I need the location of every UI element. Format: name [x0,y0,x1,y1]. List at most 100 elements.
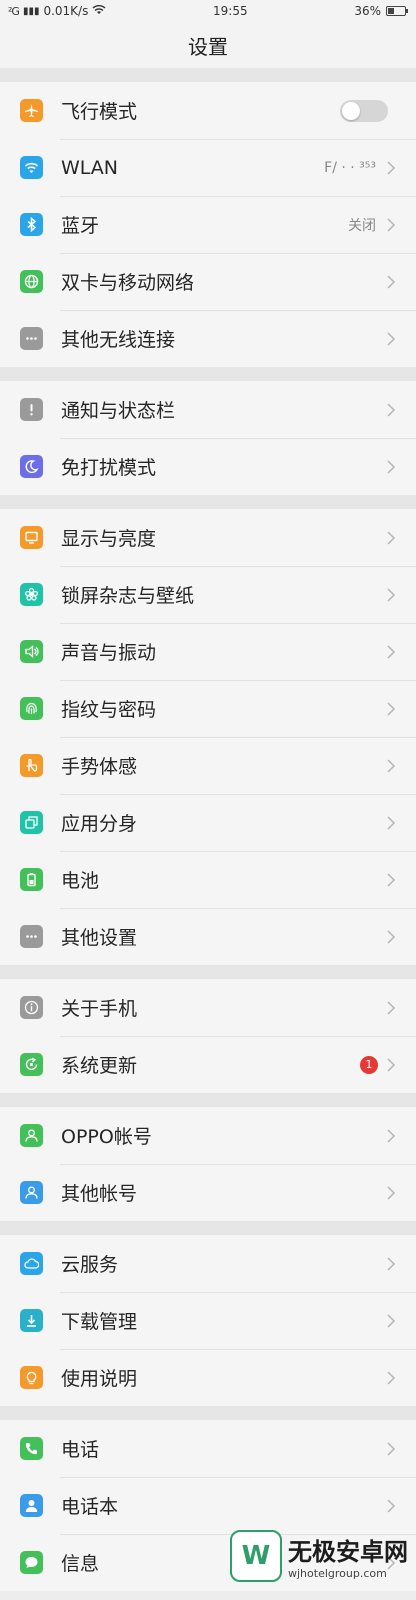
chevron-right-icon [386,1498,396,1514]
settings-row[interactable]: WLAN F/ · · ³⁵³ [0,139,416,196]
watermark-site: wjhotelgroup.com [288,1567,387,1580]
airplane-mode-toggle[interactable] [340,99,388,122]
section-divider [0,68,416,82]
chevron-right-icon [386,587,396,603]
message-icon [20,1551,43,1574]
settings-row[interactable]: 蓝牙 关闭 [0,196,416,253]
user-icon [20,1124,43,1147]
chevron-right-icon [386,1441,396,1457]
chevron-right-icon [386,872,396,888]
settings-row-label: 其他设置 [61,927,138,949]
fingerprint-icon [20,697,43,720]
chevron-right-icon [386,815,396,831]
settings-row[interactable]: 云服务 [0,1235,416,1292]
settings-group: 显示与亮度 锁屏杂志与壁纸 声音与振动指纹与密码手势体感应用分身电池其他设置 [0,509,416,965]
user-icon [20,1181,43,1204]
settings-row[interactable]: 使用说明 [0,1349,416,1406]
battery-percent: 36% [354,4,381,18]
chevron-right-icon [386,1256,396,1272]
settings-row[interactable]: 电话 [0,1420,416,1477]
more-icon [20,925,43,948]
info-icon [20,996,43,1019]
settings-row[interactable]: 显示与亮度 [0,509,416,566]
section-divider [0,367,416,381]
battery-status-icon [385,6,408,16]
settings-row[interactable]: 锁屏杂志与壁纸 [0,566,416,623]
wifi-icon [20,156,43,179]
update-badge: 1 [360,1055,378,1074]
settings-row-label: 双卡与移动网络 [61,272,195,294]
settings-row-label: 其他无线连接 [61,329,176,351]
cloud-icon [20,1252,43,1275]
settings-row[interactable]: 声音与振动 [0,623,416,680]
settings-row[interactable]: 应用分身 [0,794,416,851]
settings-row-label: 云服务 [61,1254,119,1276]
section-divider [0,495,416,509]
settings-list: 飞行模式 WLAN F/ · · ³⁵³ 蓝牙 关闭 双卡与移动网络 其他无线连接 通知与状态… [0,68,416,1591]
moon-icon [20,455,43,478]
page-title: 设置 [0,22,416,68]
settings-row[interactable]: 指纹与密码 [0,680,416,737]
chevron-right-icon [386,1057,396,1073]
hand-icon [20,754,43,777]
settings-row[interactable]: OPPO帐号 [0,1107,416,1164]
section-divider [0,965,416,979]
settings-row[interactable]: 手势体感 [0,737,416,794]
settings-row-label: 下载管理 [61,1311,138,1333]
settings-row-label: 关于手机 [61,998,138,1020]
settings-row[interactable]: 其他设置 [0,908,416,965]
chevron-right-icon [386,331,396,347]
contact-icon [20,1494,43,1517]
chevron-right-icon [386,1313,396,1329]
settings-row[interactable]: 双卡与移动网络 [0,253,416,310]
section-divider [0,1406,416,1420]
chevron-right-icon [386,1370,396,1386]
settings-row[interactable]: 其他无线连接 [0,310,416,367]
exclamation-icon [20,398,43,421]
settings-row[interactable]: 下载管理 [0,1292,416,1349]
speaker-icon [20,640,43,663]
bluetooth-icon [20,213,43,236]
chevron-right-icon [386,1185,396,1201]
settings-row-label: 指纹与密码 [61,699,157,721]
settings-row[interactable]: 电话本 [0,1477,416,1534]
battery-icon [20,868,43,891]
settings-row-label: 通知与状态栏 [61,400,176,422]
signal-icon: ²G [8,4,20,18]
section-divider [0,1221,416,1235]
settings-row-label: 手势体感 [61,756,138,778]
settings-group: 飞行模式 WLAN F/ · · ³⁵³ 蓝牙 关闭双卡与移动网络 其他无线连接 [0,82,416,367]
settings-group: 通知与状态栏 免打扰模式 [0,381,416,495]
chevron-right-icon [386,274,396,290]
wifi-status-icon [92,4,106,18]
chevron-right-icon [386,160,396,176]
flower-icon [20,583,43,606]
settings-row-label: 电话本 [61,1496,119,1518]
signal-bars-icon: ▮▮▮ [22,5,40,17]
section-divider [0,1093,416,1107]
settings-row[interactable]: 免打扰模式 [0,438,416,495]
settings-row[interactable]: 电池 [0,851,416,908]
chevron-right-icon [386,217,396,233]
chevron-right-icon [386,1128,396,1144]
settings-row[interactable]: 系统更新 1 [0,1036,416,1093]
toggle-knob [342,101,360,120]
bulb-icon [20,1366,43,1389]
globe-icon [20,270,43,293]
chevron-right-icon [386,1000,396,1016]
settings-row[interactable]: 通知与状态栏 [0,381,416,438]
chevron-right-icon [386,459,396,475]
settings-row-label: 免打扰模式 [61,457,157,479]
settings-row-value: 关闭 [348,217,376,234]
chevron-right-icon [386,701,396,717]
settings-row[interactable]: 其他帐号 [0,1164,416,1221]
settings-row[interactable]: 飞行模式 [0,82,416,139]
chevron-right-icon [386,929,396,945]
settings-row[interactable]: 关于手机 [0,979,416,1036]
battery-fill [387,8,394,14]
settings-group: 关于手机系统更新 1 [0,979,416,1093]
chevron-right-icon [386,402,396,418]
settings-row-label: 其他帐号 [61,1183,138,1205]
settings-row-label: 应用分身 [61,813,138,835]
clone-icon [20,811,43,834]
